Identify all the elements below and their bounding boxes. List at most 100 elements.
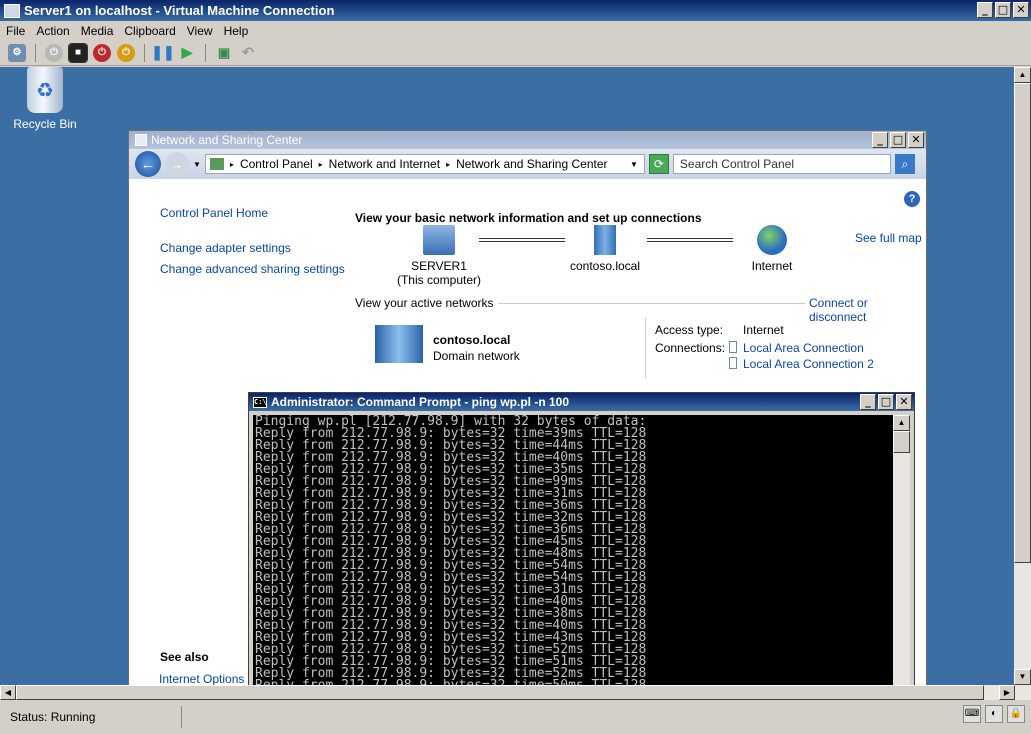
nsc-title: Network and Sharing Center [151,133,303,147]
connections-label: Connections: [655,341,726,355]
cmd-close-button[interactable]: ✕ [896,394,912,410]
network-node-internet: Internet [722,225,822,273]
status-icons: ⌨ ◐ 🔒 [963,705,1025,723]
status-text: Status: Running [10,706,182,728]
breadcrumb[interactable]: ▸ Control Panel ▸ Network and Internet ▸… [204,154,645,174]
menu-bar: File Action Media Clipboard View Help [0,21,1031,40]
nsc-close-button[interactable]: ✕ [908,132,924,148]
forward-button[interactable]: → [165,152,189,176]
help-icon[interactable]: ? [904,191,920,207]
nsc-minimize-button[interactable]: _ [872,132,888,148]
network-node-computer: SERVER1 (This computer) [389,225,489,287]
network-node-domain: contoso.local [555,225,655,273]
pause-icon[interactable]: ❚❚ [151,44,174,62]
see-full-map-link[interactable]: See full map [855,231,922,245]
menu-media[interactable]: Media [75,24,119,38]
scroll-up-arrow-icon[interactable]: ▲ [1014,67,1031,83]
vm-desktop: ♻ Recycle Bin Network and Sharing Center… [0,67,1014,685]
resume-icon[interactable]: ▶ [178,44,196,62]
network-link-line [647,238,733,242]
menu-clipboard[interactable]: Clipboard [118,24,180,38]
domain-network-large-icon [375,325,423,363]
local-area-connection-2-link[interactable]: Local Area Connection 2 [743,357,874,371]
search-icon[interactable]: ⌕ [894,154,915,174]
control-panel-home-link[interactable]: Control Panel Home [160,206,268,220]
divider [645,317,646,379]
keyboard-icon: ⌨ [963,705,981,723]
nsc-maximize-button[interactable]: □ [890,132,906,148]
command-prompt-window: C:\ Administrator: Command Prompt - ping… [248,392,915,685]
internet-options-link[interactable]: Internet Options [159,672,244,685]
nsc-icon [135,134,147,146]
save-state-icon[interactable]: ⏻ [117,43,135,62]
scroll-up-arrow-icon[interactable]: ▲ [893,415,910,431]
network-type: Domain network [433,349,520,363]
minimize-button[interactable]: _ [977,2,993,18]
cmd-title-bar: C:\ Administrator: Command Prompt - ping… [249,393,914,411]
scroll-thumb[interactable] [1014,83,1031,563]
search-input[interactable]: Search Control Panel [672,154,891,174]
revert-icon[interactable]: ↶ [239,44,257,62]
network-adapter-icon [729,341,737,353]
refresh-button[interactable]: ⟳ [648,154,669,174]
change-advanced-sharing-link[interactable]: Change advanced sharing settings [160,262,345,276]
scroll-thumb[interactable] [16,685,984,700]
menu-file[interactable]: File [0,24,30,38]
toolbar-separator [205,43,206,62]
node-name: contoso.local [569,259,641,273]
menu-help[interactable]: Help [218,24,254,38]
recycle-bin[interactable]: ♻ Recycle Bin [12,67,78,131]
shut-down-icon[interactable]: ⏻ [93,43,111,62]
cmd-scrollbar[interactable]: ▲ [893,415,910,685]
chevron-down-icon[interactable]: ▼ [630,160,638,169]
cmd-minimize-button[interactable]: _ [860,394,876,410]
access-type-value: Internet [743,323,784,337]
chevron-right-icon: ▸ [318,159,323,169]
cmd-maximize-button[interactable]: □ [878,394,894,410]
chevron-right-icon: ▸ [229,159,234,169]
window-title: Server1 on localhost - Virtual Machine C… [24,3,335,18]
lock-icon: 🔒 [1007,705,1025,723]
scroll-right-arrow-icon[interactable]: ▶ [999,685,1015,700]
domain-network-icon [594,225,616,255]
nsc-heading: View your basic network information and … [355,211,702,225]
connect-disconnect-link[interactable]: Connect or disconnect [805,296,926,324]
menu-view[interactable]: View [181,24,218,38]
node-name: SERVER1 [411,259,467,273]
status-bar: Status: Running ⌨ ◐ 🔒 [0,700,1031,734]
local-area-connection-link[interactable]: Local Area Connection [743,341,864,355]
back-button[interactable]: ← [135,151,161,177]
active-networks-label: View your active networks [355,296,498,310]
nsc-title-bar: Network and Sharing Center _ □ ✕ [129,131,926,149]
turn-off-icon[interactable]: ■ [68,42,88,63]
cmd-title: Administrator: Command Prompt - ping wp.… [271,395,570,409]
start-icon[interactable]: ⏻ [45,43,63,62]
maximize-button[interactable]: □ [995,2,1011,18]
scroll-down-arrow-icon[interactable]: ▼ [1014,669,1031,685]
scroll-thumb[interactable] [893,431,910,453]
breadcrumb-nsc[interactable]: Network and Sharing Center [456,157,607,171]
vm-vertical-scrollbar[interactable]: ▲ ▼ [1014,67,1031,685]
vm-app-icon [4,3,20,18]
vm-title-bar: Server1 on localhost - Virtual Machine C… [0,0,1031,21]
menu-action[interactable]: Action [30,24,74,38]
network-link-line [479,238,565,242]
snapshot-icon[interactable]: ▣ [215,44,233,62]
toolbar-separator [35,43,36,62]
recycle-bin-label: Recycle Bin [13,117,77,131]
vm-horizontal-scrollbar[interactable]: ◀ ▶ [0,685,1031,700]
node-name: Internet [751,259,793,273]
node-sub: (This computer) [396,273,482,287]
scroll-left-arrow-icon[interactable]: ◀ [0,685,16,700]
breadcrumb-control-panel[interactable]: Control Panel [240,157,313,171]
see-also-heading-visible: See also [160,650,209,664]
cmd-output[interactable]: Pinging wp.pl [212.77.98.9] with 32 byte… [253,415,893,685]
breadcrumb-network-internet[interactable]: Network and Internet [329,157,440,171]
cmd-icon: C:\ [253,396,267,408]
recent-pages-icon[interactable]: ▼ [193,160,201,169]
toolbar-separator [144,43,145,62]
recycle-bin-icon: ♻ [27,67,63,113]
close-button[interactable]: ✕ [1013,2,1029,18]
change-adapter-settings-link[interactable]: Change adapter settings [160,241,291,255]
ctrl-alt-del-icon[interactable]: ⚙ [8,43,26,62]
